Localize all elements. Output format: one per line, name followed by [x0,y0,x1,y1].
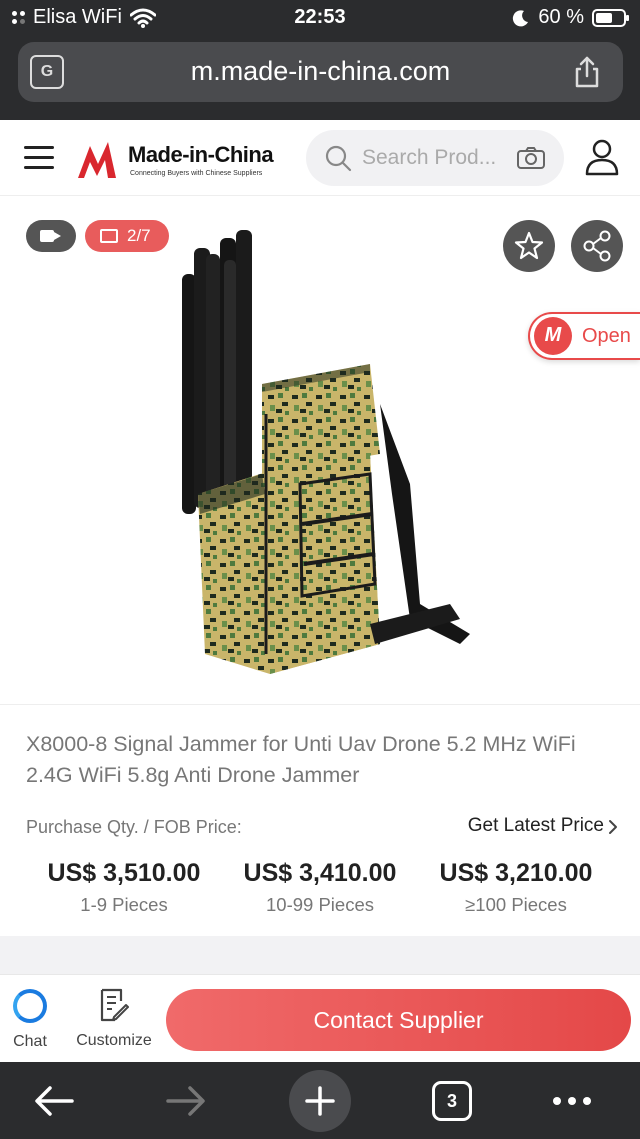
search-box[interactable]: Search Prod... [306,130,564,186]
tier-price: US$ 3,510.00 [47,859,201,887]
image-counter[interactable]: 2/7 [85,220,169,252]
back-arrow-icon[interactable] [32,1084,76,1118]
more-options-icon[interactable] [552,1096,592,1106]
moon-icon [513,9,529,26]
product-image[interactable] [170,224,480,674]
share-icon[interactable] [569,54,605,90]
battery-icon [592,8,629,27]
product-gallery[interactable]: 2/7 M Open [0,196,640,704]
browser-toolbar: 3 [0,1062,640,1139]
new-tab-button[interactable] [289,1070,351,1132]
menu-line-icon [24,146,54,149]
share-button[interactable] [571,220,623,272]
chevron-right-icon[interactable] [608,819,618,835]
logo-mark-icon [78,142,116,178]
battery-percent: 60 % [538,6,584,28]
battery-fill [596,12,612,23]
logo-brand: Made-in-China [128,142,274,167]
tier-price: US$ 3,410.00 [243,859,397,887]
url-bar[interactable]: G m.made-in-china.com [18,42,623,102]
tier-range: 1-9 Pieces [80,894,168,915]
share-nodes-icon [583,230,611,262]
tier-range: ≥100 Pieces [465,894,567,915]
chat-button[interactable]: Chat [8,989,52,1051]
product-info: X8000-8 Signal Jammer for Unti Uav Drone… [0,704,640,936]
search-icon [325,145,352,172]
search-placeholder[interactable]: Search Prod... [362,146,496,170]
star-icon [514,231,544,260]
url-text[interactable]: m.made-in-china.com [18,56,623,87]
favorite-button[interactable] [503,220,555,272]
customize-icon [100,988,129,1022]
product-title: X8000-8 Signal Jammer for Unti Uav Drone… [26,732,576,787]
tier-price: US$ 3,210.00 [439,859,593,887]
plus-icon [305,1086,335,1116]
site-logo[interactable]: Made-in-China Connecting Buyers with Chi… [76,134,286,184]
status-right: 60 % [512,6,629,29]
image-counter-text: 2/7 [127,226,151,245]
contact-supplier-button[interactable]: Contact Supplier [166,989,631,1051]
customize-button[interactable]: Customize [72,987,156,1050]
chat-icon [13,989,47,1023]
user-icon[interactable] [584,138,620,176]
section-divider [0,936,640,974]
status-bar: Elisa WiFi 22:53 60 % [0,0,640,36]
forward-arrow-icon[interactable] [164,1084,208,1118]
menu-line-icon [24,166,54,169]
browser-top-chrome: Elisa WiFi 22:53 60 % G m.made-in-china.… [0,0,640,120]
action-bar: Chat Customize Contact Supplier [0,974,640,1062]
app-logo-icon: M [534,317,572,355]
get-latest-price-link[interactable]: Get Latest Price [468,815,604,837]
menu-line-icon [24,156,54,159]
site-header: Made-in-China Connecting Buyers with Chi… [0,120,640,196]
price-tier: US$ 3,510.00 1-9 Pieces [26,859,222,916]
menu-button[interactable] [24,146,54,170]
customize-label: Customize [76,1032,152,1049]
tier-range: 10-99 Pieces [266,894,374,915]
qty-price-label: Purchase Qty. / FOB Price: [26,817,242,837]
tabs-count-button[interactable]: 3 [432,1081,472,1121]
camera-search-icon[interactable] [516,146,546,170]
image-icon [100,229,118,243]
video-camera-icon [40,230,61,242]
price-tier: US$ 3,210.00 ≥100 Pieces [418,859,614,916]
open-app-label: Open [582,325,631,347]
chat-label: Chat [13,1033,47,1050]
open-app-badge[interactable]: M Open [528,312,640,360]
logo-tagline: Connecting Buyers with Chinese Suppliers [130,170,263,177]
price-tier: US$ 3,410.00 10-99 Pieces [222,859,418,916]
video-button[interactable] [26,220,76,252]
